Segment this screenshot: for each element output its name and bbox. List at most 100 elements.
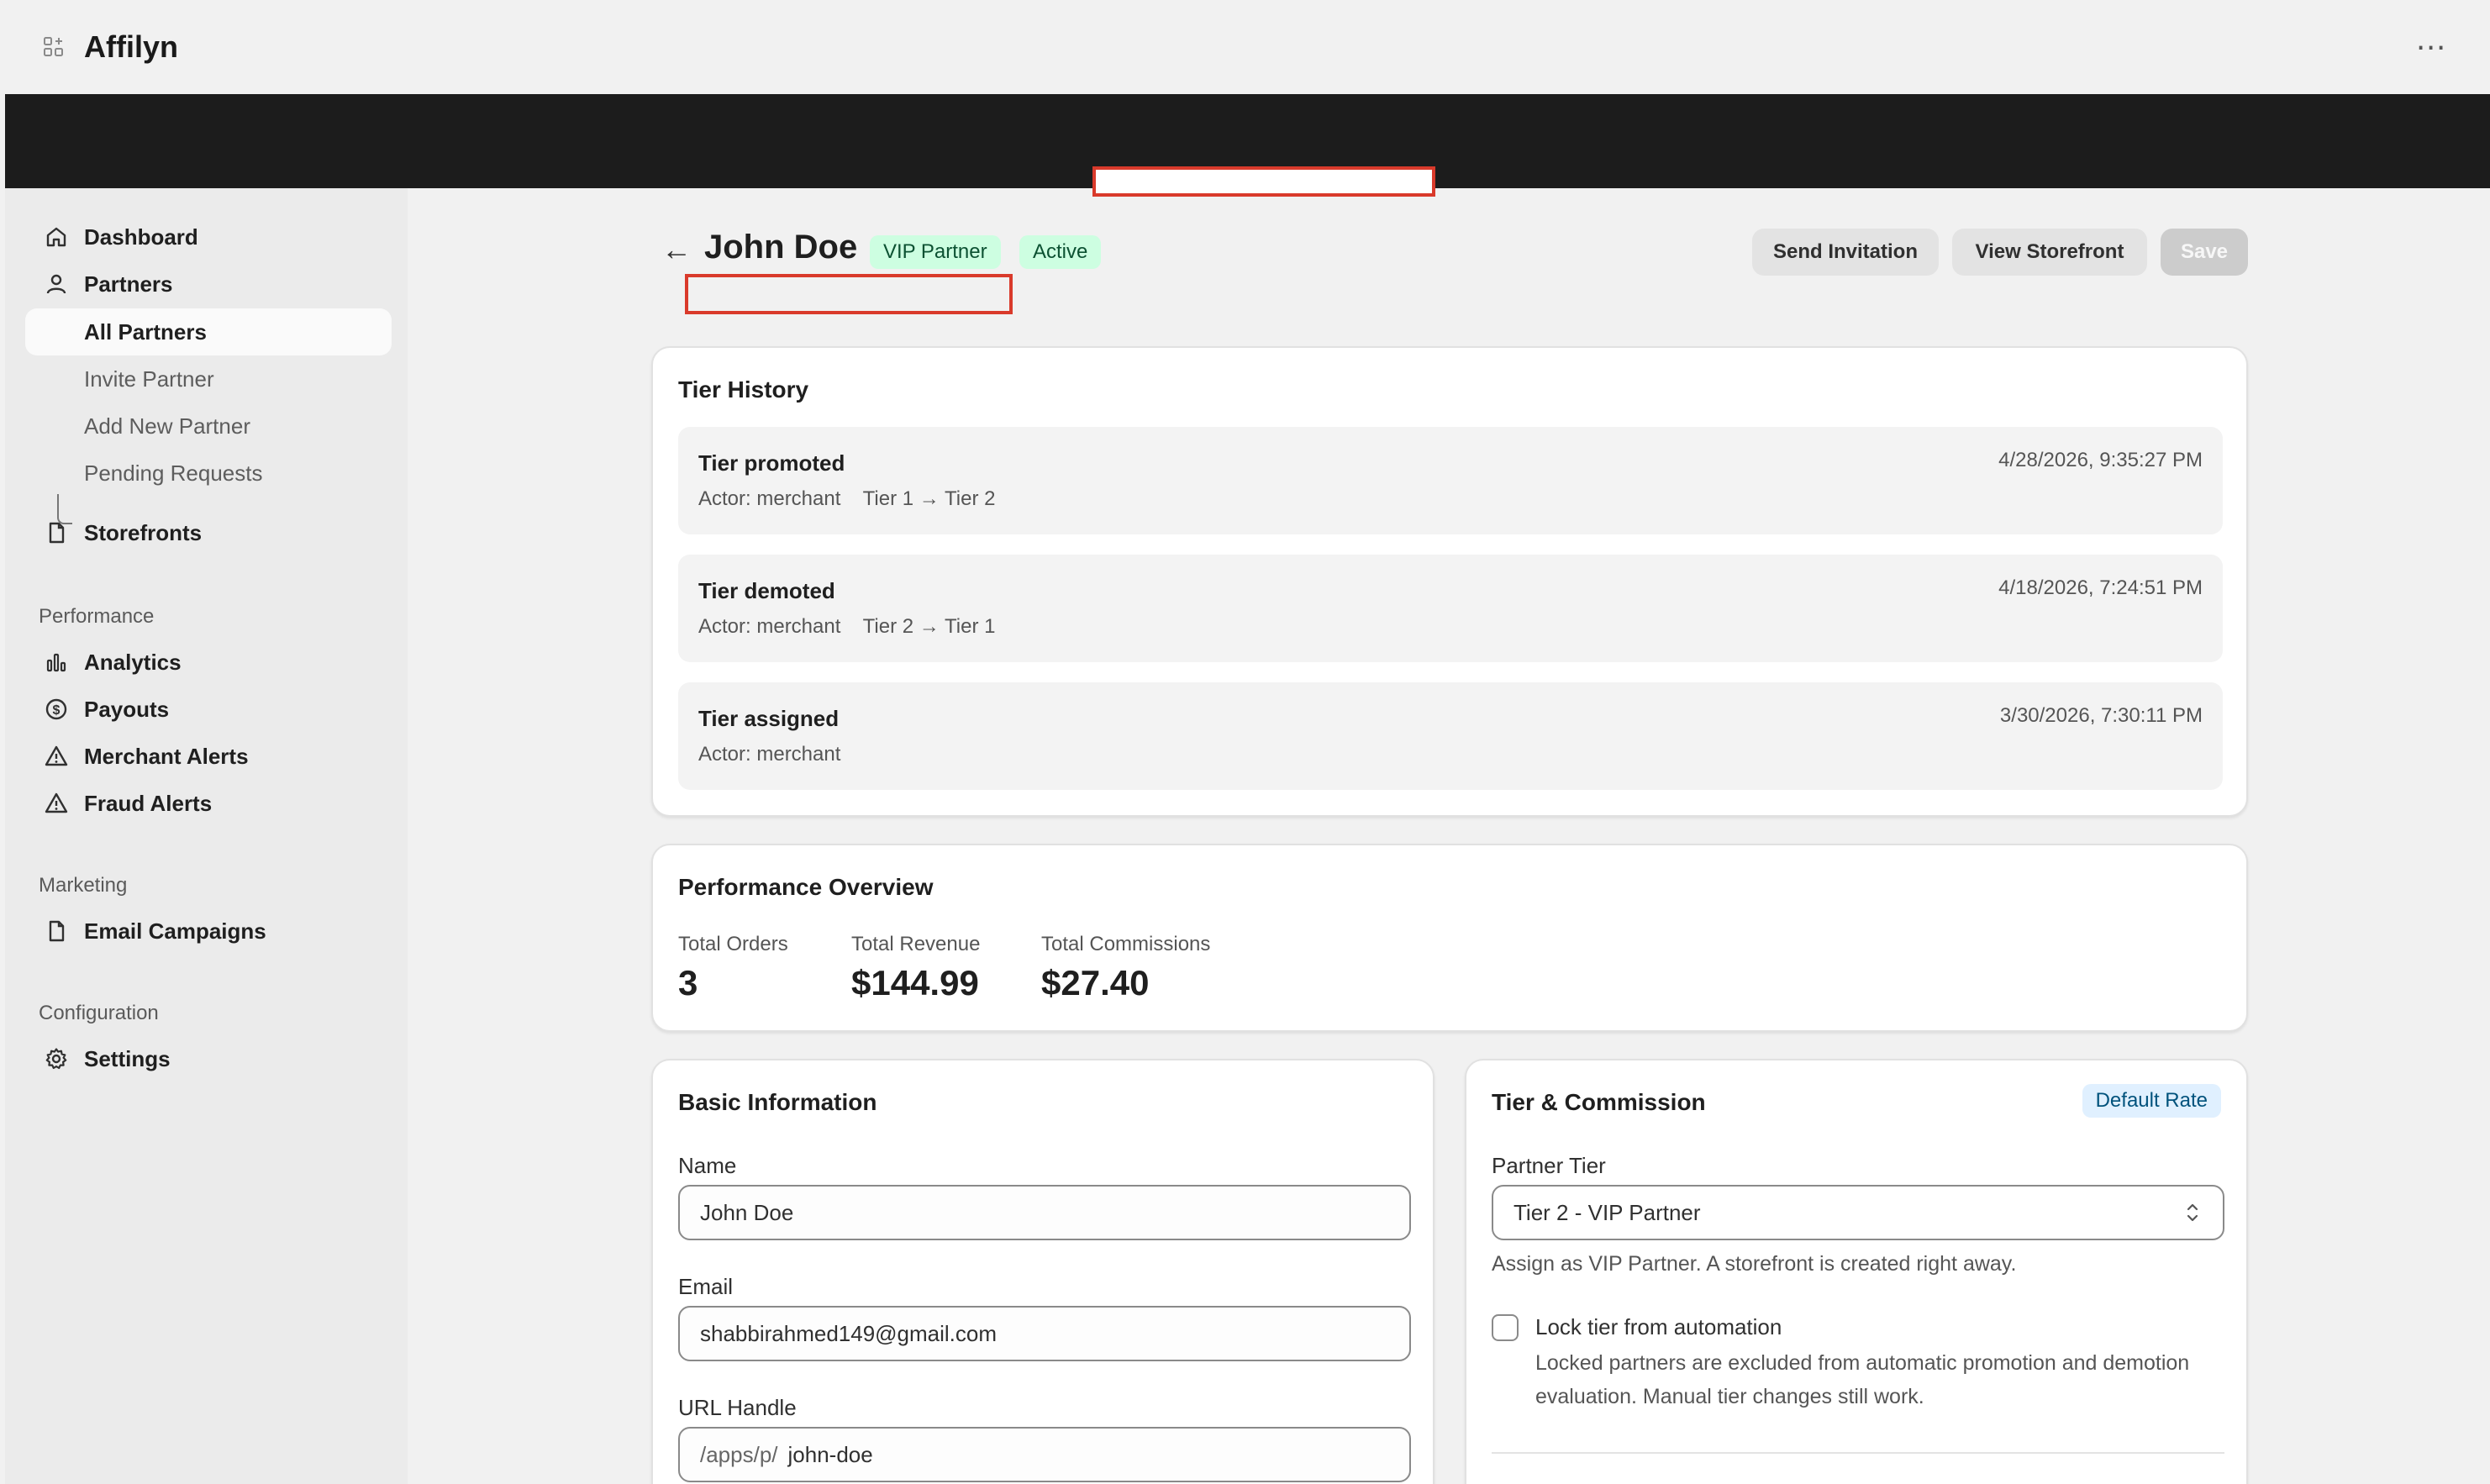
sidebar-item-label: All Partners <box>84 318 207 345</box>
chevron-up-down-icon <box>2184 1200 2201 1225</box>
section-label-performance: Performance <box>39 605 155 628</box>
status-badge-active: Active <box>1019 235 1102 269</box>
partner-tier-label: Partner Tier <box>1492 1153 1606 1178</box>
name-field[interactable]: John Doe <box>678 1185 1411 1240</box>
card-title: Tier & Commission <box>1492 1089 1706 1115</box>
sidebar-item-dashboard[interactable]: Dashboard <box>25 213 392 260</box>
history-date: 4/18/2026, 7:24:51 PM <box>1998 576 2203 599</box>
sidebar-item-fraud-alerts[interactable]: Fraud Alerts <box>25 780 392 827</box>
sidebar-item-all-partners[interactable]: All Partners <box>25 308 392 355</box>
app-title: Affilyn <box>84 29 178 64</box>
sidebar-item-label: Dashboard <box>84 224 198 250</box>
history-actor-text: Actor: merchant <box>698 615 841 638</box>
save-button[interactable]: Save <box>2161 229 2248 276</box>
history-date: 3/30/2026, 7:30:11 PM <box>1999 704 2203 727</box>
list-item: Tier promoted Actor: merchant Tier 1 → T… <box>678 427 2223 534</box>
dollar-circle-icon: $ <box>44 697 69 722</box>
person-icon <box>44 271 69 297</box>
status-badge-vip: VIP Partner <box>870 235 1001 269</box>
sidebar-item-pending-requests[interactable]: Pending Requests <box>25 450 392 497</box>
sidebar-item-partners[interactable]: Partners <box>25 260 392 308</box>
history-change: Tier 2 → Tier 1 <box>862 615 996 638</box>
tier-commission-card: Tier & Commission Default Rate Partner T… <box>1465 1059 2248 1484</box>
send-invitation-button[interactable]: Send Invitation <box>1752 229 1939 276</box>
history-title: Tier demoted <box>698 578 835 603</box>
sidebar-item-settings[interactable]: Settings <box>25 1035 392 1082</box>
sidebar-item-add-new-partner[interactable]: Add New Partner <box>25 403 392 450</box>
history-title: Tier assigned <box>698 706 840 731</box>
metric-value: $27.40 <box>1041 963 1150 1002</box>
sidebar-item-payouts[interactable]: $ Payouts <box>25 686 392 733</box>
history-title: Tier promoted <box>698 450 845 476</box>
sidebar-item-label: Partners <box>84 271 173 297</box>
home-icon <box>44 224 69 250</box>
email-field[interactable]: shabbirahmed149@gmail.com <box>678 1306 1411 1361</box>
section-label-marketing: Marketing <box>39 874 128 897</box>
more-horizontal-icon[interactable]: ⋯ <box>2414 29 2448 64</box>
email-value: shabbirahmed149@gmail.com <box>700 1320 998 1346</box>
main-content: ← John Doe VIP Partner Active Send Invit… <box>408 188 2490 1484</box>
lock-tier-help: Locked partners are excluded from automa… <box>1535 1351 2190 1408</box>
divider <box>1492 1452 2224 1454</box>
metric-label: Total Revenue <box>851 933 981 955</box>
sidebar-item-storefronts[interactable]: Storefronts <box>25 509 392 556</box>
view-storefront-button[interactable]: View Storefront <box>1952 229 2147 276</box>
sidebar-item-label: Merchant Alerts <box>84 743 249 769</box>
alert-triangle-icon <box>44 744 69 769</box>
top-bar: Affilyn <box>0 0 2490 94</box>
partner-tier-help: Assign as VIP Partner. A storefront is c… <box>1492 1252 2017 1276</box>
url-handle-value: john-doe <box>787 1441 873 1467</box>
arrow-left-icon[interactable]: ← <box>661 232 692 267</box>
app-grid-icon <box>37 30 71 64</box>
bar-chart-icon <box>44 650 69 675</box>
sidebar: Dashboard Partners All Partners Invite P… <box>5 188 408 1484</box>
metric-label: Total Orders <box>678 933 788 955</box>
history-change: Tier 1 → Tier 2 <box>862 487 996 510</box>
gear-icon <box>44 1046 69 1071</box>
metric-value: 3 <box>678 963 698 1002</box>
metric-label: Total Commissions <box>1041 933 1211 955</box>
sidebar-item-label: Add New Partner <box>84 413 250 439</box>
sidebar-item-label: Email Campaigns <box>84 918 266 944</box>
page-title: John Doe <box>704 229 858 266</box>
name-value: John Doe <box>700 1199 794 1225</box>
list-item: Tier demoted Actor: merchant Tier 2 → Ti… <box>678 555 2223 662</box>
sidebar-item-label: Payouts <box>84 696 170 722</box>
sidebar-item-merchant-alerts[interactable]: Merchant Alerts <box>25 733 392 780</box>
history-date: 4/28/2026, 9:35:27 PM <box>1998 449 2203 471</box>
basic-information-card: Basic Information Name John Doe Email sh… <box>651 1059 1435 1484</box>
url-handle-field[interactable]: /apps/p/john-doe <box>678 1427 1411 1482</box>
sidebar-item-label: Fraud Alerts <box>84 790 213 816</box>
sidebar-item-label: Storefronts <box>84 519 203 545</box>
history-actor-text: Actor: merchant <box>698 743 841 766</box>
default-rate-badge: Default Rate <box>2082 1084 2221 1118</box>
metric-value: $144.99 <box>851 963 979 1002</box>
lock-tier-checkbox[interactable] <box>1492 1314 1519 1341</box>
card-title: Performance Overview <box>678 874 934 900</box>
history-actor-text: Actor: merchant <box>698 487 841 510</box>
sidebar-item-email-campaigns[interactable]: Email Campaigns <box>25 908 392 955</box>
tier-history-card: Tier History Tier promoted Actor: mercha… <box>651 346 2248 817</box>
highlight-box-title <box>685 274 1013 314</box>
sidebar-item-label: Analytics <box>84 649 182 675</box>
list-item: Tier assigned Actor: merchant 3/30/2026,… <box>678 682 2223 790</box>
sidebar-item-invite-partner[interactable]: Invite Partner <box>25 355 392 403</box>
history-actor: Actor: merchant <box>698 743 840 766</box>
partner-tier-select[interactable]: Tier 2 - VIP Partner <box>1492 1185 2224 1240</box>
history-actor: Actor: merchant Tier 2 → Tier 1 <box>698 615 995 639</box>
section-label-configuration: Configuration <box>39 1002 159 1024</box>
name-label: Name <box>678 1153 737 1178</box>
file-icon <box>44 918 69 944</box>
lock-tier-label: Lock tier from automation <box>1535 1314 1782 1339</box>
file-icon <box>44 520 69 545</box>
svg-text:$: $ <box>53 703 61 718</box>
card-title: Tier History <box>678 376 809 403</box>
email-label: Email <box>678 1274 734 1299</box>
sidebar-item-label: Settings <box>84 1045 171 1071</box>
history-actor: Actor: merchant Tier 1 → Tier 2 <box>698 487 995 511</box>
card-title: Basic Information <box>678 1089 877 1115</box>
sidebar-item-analytics[interactable]: Analytics <box>25 639 392 686</box>
alert-triangle-icon <box>44 791 69 816</box>
url-handle-label: URL Handle <box>678 1395 797 1420</box>
url-prefix: /apps/p/ <box>700 1441 778 1467</box>
